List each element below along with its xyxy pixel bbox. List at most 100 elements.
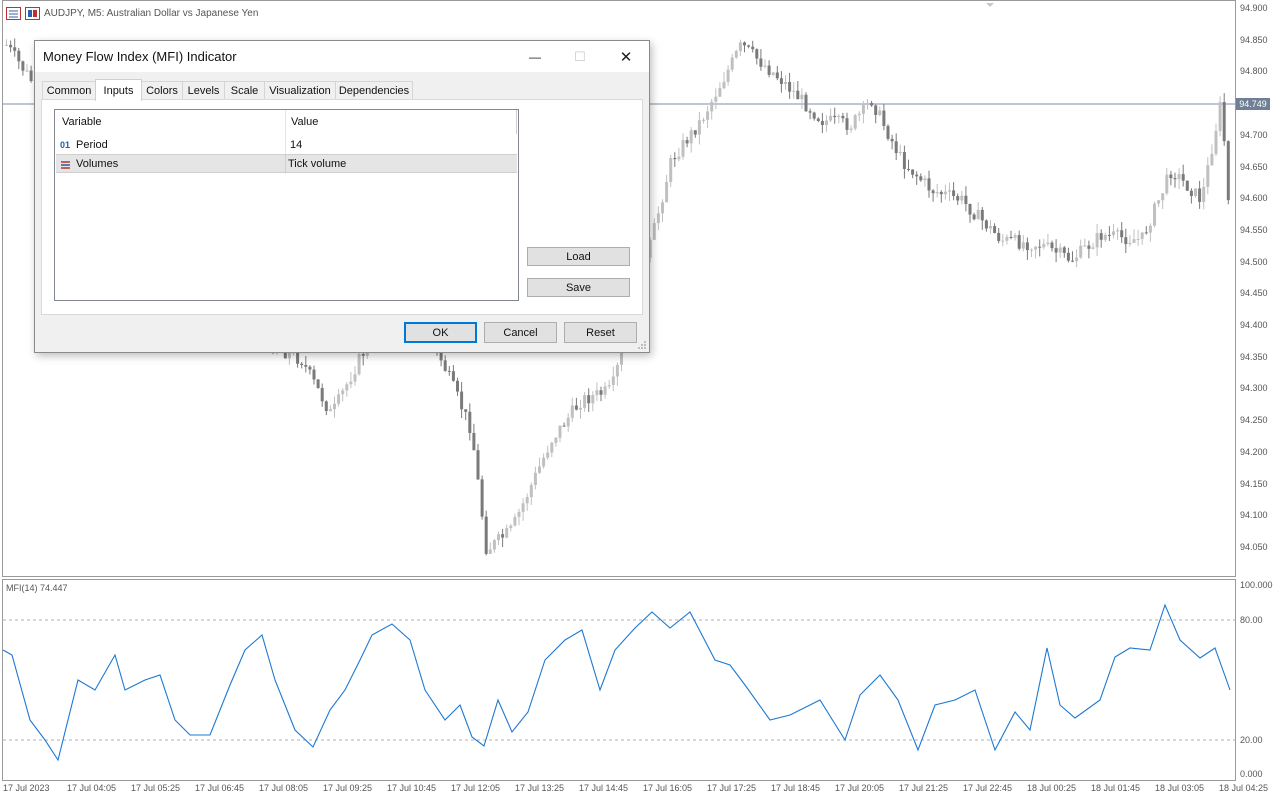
candle-body xyxy=(488,549,492,554)
resize-grip-icon[interactable] xyxy=(636,339,647,350)
time-axis-label: 17 Jul 16:05 xyxy=(643,783,693,793)
candle-body xyxy=(923,178,927,181)
time-axis-label: 18 Jul 00:25 xyxy=(1027,783,1077,793)
candle-body xyxy=(825,120,828,125)
tab-inputs[interactable]: Inputs xyxy=(95,79,142,101)
tab-levels[interactable]: Levels xyxy=(182,81,225,99)
candle-body xyxy=(529,484,533,498)
candle-body xyxy=(583,395,587,408)
row-value[interactable]: Tick volume xyxy=(288,154,346,173)
tab-inputs-label: Inputs xyxy=(103,84,134,97)
inputs-panel: Variable Value 01 Period 14 Volumes Tick… xyxy=(41,99,643,315)
tab-scale[interactable]: Scale xyxy=(224,81,265,99)
column-header-variable[interactable]: Variable xyxy=(62,110,282,134)
candle-body xyxy=(1189,190,1193,197)
table-row[interactable]: 01 Period 14 xyxy=(56,135,517,154)
mfi-axis-0: 0.000 xyxy=(1240,769,1263,779)
candle-body xyxy=(878,110,882,116)
candle-body xyxy=(984,220,988,229)
candle-body xyxy=(697,120,701,135)
column-header-value[interactable]: Value xyxy=(291,110,511,134)
one-click-trading-icon[interactable] xyxy=(25,6,40,20)
candle-body xyxy=(890,138,894,142)
candle-body xyxy=(911,169,915,175)
candle-body xyxy=(1226,141,1230,201)
candle-body xyxy=(1194,188,1197,197)
candle-body xyxy=(554,437,558,443)
candle-body xyxy=(1173,178,1177,180)
candle-body xyxy=(792,90,796,92)
candle-body xyxy=(779,78,783,84)
tab-colors-label: Colors xyxy=(146,84,178,97)
candle-body xyxy=(1177,174,1181,180)
tab-dependencies[interactable]: Dependencies xyxy=(335,81,413,99)
candle-body xyxy=(853,115,857,129)
candle-body xyxy=(1005,236,1009,241)
candle-body xyxy=(710,101,714,112)
candle-body xyxy=(677,156,681,160)
candle-body xyxy=(1103,234,1107,240)
candle-body xyxy=(337,394,341,404)
candle-body xyxy=(882,110,886,126)
dialog-titlebar[interactable]: Money Flow Index (MFI) Indicator — ☐ ✕ xyxy=(35,41,649,72)
candle-body xyxy=(472,432,476,451)
candle-body xyxy=(1181,174,1185,181)
candle-body xyxy=(345,384,349,391)
candle-body xyxy=(943,191,947,195)
candle-body xyxy=(476,450,480,480)
candle-body xyxy=(759,58,763,67)
row-value[interactable]: 14 xyxy=(290,135,302,154)
price-axis-label: 94.550 xyxy=(1240,224,1268,235)
price-axis-label: 94.300 xyxy=(1240,383,1268,394)
time-axis-label: 17 Jul 2023 xyxy=(3,783,50,793)
candle-body xyxy=(857,113,861,116)
candle-body xyxy=(804,94,808,112)
minimize-button[interactable]: — xyxy=(512,41,558,72)
candle-body xyxy=(1120,230,1124,238)
candle-body xyxy=(812,112,816,119)
candle-body xyxy=(833,115,837,118)
inputs-grid[interactable]: Variable Value 01 Period 14 Volumes Tick… xyxy=(54,109,519,301)
candle-body xyxy=(743,42,746,46)
candle-body xyxy=(1058,247,1062,253)
candle-body xyxy=(702,119,705,121)
shift-marker-icon xyxy=(986,3,994,7)
tab-visualization[interactable]: Visualization xyxy=(264,81,336,99)
minimize-icon: — xyxy=(529,49,541,64)
candle-body xyxy=(538,466,541,473)
price-axis-label: 94.850 xyxy=(1240,34,1268,45)
candle-body xyxy=(546,452,550,458)
chart-menu-icon[interactable] xyxy=(6,6,21,20)
load-button[interactable]: Load xyxy=(527,247,630,266)
ok-button[interactable]: OK xyxy=(404,322,477,343)
tab-colors[interactable]: Colors xyxy=(141,81,183,99)
candle-body xyxy=(308,366,312,370)
candle-body xyxy=(788,81,792,92)
candle-body xyxy=(1153,203,1156,226)
candle-body xyxy=(661,202,664,214)
candle-body xyxy=(1198,188,1202,202)
candle-body xyxy=(816,118,820,121)
candle-body xyxy=(902,151,906,169)
candle-body xyxy=(976,209,980,220)
price-axis-label: 94.650 xyxy=(1240,161,1268,172)
table-row[interactable]: Volumes Tick volume xyxy=(56,154,517,173)
candle-body xyxy=(484,516,488,554)
reset-button[interactable]: Reset xyxy=(564,322,637,343)
candle-body xyxy=(460,391,464,410)
cancel-button[interactable]: Cancel xyxy=(484,322,557,343)
price-axis-label: 94.600 xyxy=(1240,193,1268,204)
close-button[interactable]: ✕ xyxy=(603,41,649,72)
grid-right-edge xyxy=(516,110,517,134)
time-axis-label: 17 Jul 14:45 xyxy=(579,783,629,793)
candle-body xyxy=(296,352,300,364)
close-icon: ✕ xyxy=(619,48,633,66)
tab-common[interactable]: Common xyxy=(42,81,96,99)
candle-body xyxy=(1161,193,1165,201)
save-button[interactable]: Save xyxy=(527,278,630,297)
price-axis-label: 94.900 xyxy=(1240,3,1268,13)
candle-body xyxy=(492,540,496,550)
candle-body xyxy=(960,195,964,201)
candle-body xyxy=(997,232,1001,241)
time-axis-label: 17 Jul 06:45 xyxy=(195,783,245,793)
